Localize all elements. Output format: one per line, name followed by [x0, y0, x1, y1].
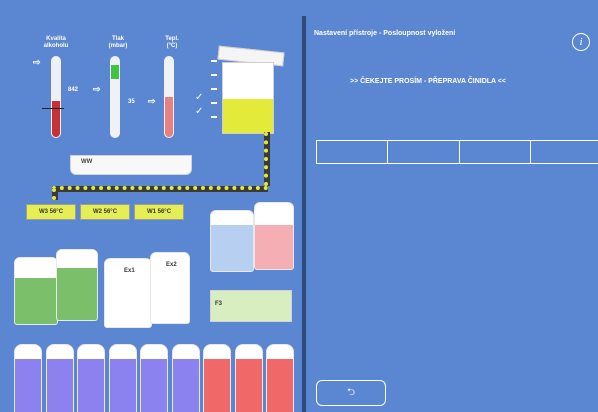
setup-panel: Nastavení přístroje - Posloupnost vylože… [306, 16, 598, 412]
alcohol-quality-gauge [51, 56, 61, 138]
bottle-label: A2 [52, 352, 61, 358]
f2-container [210, 210, 254, 272]
bottle-label: X3 [273, 352, 281, 358]
sequence-cell-2[interactable] [388, 141, 460, 163]
waste-wax-tray: WW [70, 155, 192, 175]
alcohol-threshold-mark [42, 108, 64, 109]
bottle-label: A4 [115, 352, 124, 358]
wax-bath-w1: W1 56°C [134, 204, 184, 220]
transfer-pipe-down [52, 188, 58, 200]
temperature-label: Tepl. (°C) [152, 36, 192, 50]
f1-label: F1 [275, 208, 283, 214]
pressure-arrow-icon: ⇨ [93, 84, 101, 94]
ex2-label: Ex2 [166, 262, 177, 268]
fix1-label: Fix1 [16, 266, 29, 272]
ex1-label: Ex1 [124, 268, 135, 274]
temperature-gauge [164, 56, 174, 138]
fix2-label: Fix2 [60, 262, 73, 268]
pressure-label: Tlak (mbar) [98, 36, 138, 50]
check-icon-2: ✓ [195, 106, 204, 117]
alcohol-label-line2: alkoholu [43, 43, 69, 49]
sequence-cell-4[interactable] [531, 141, 598, 163]
wax-bath-w2: W2 56°C [80, 204, 130, 220]
temperature-level-fill [165, 97, 173, 137]
status-message: >> ČEKEJTE PROSÍM - PŘEPRAVA ČINIDLA << [350, 78, 506, 85]
bottle-label: X2 [241, 352, 249, 358]
bottle-label: X1 [210, 352, 218, 358]
alcohol-arrow-icon: ⇨ [33, 57, 41, 67]
temperature-label-line2: (°C) [166, 43, 178, 49]
retort-tank [222, 62, 274, 134]
bottle-label: A3 [84, 352, 92, 358]
pressure-label-line1: Tlak [111, 36, 124, 42]
pressure-label-line2: (mbar) [108, 43, 128, 49]
alcohol-level-fill [52, 101, 60, 137]
temperature-label-line1: Tepl. [165, 36, 179, 42]
transfer-pipe-vertical [264, 132, 270, 186]
sequence-selector [316, 140, 598, 164]
instrument-screen: Kvalita alkoholu Tlak (mbar) Tepl. (°C) … [0, 0, 598, 412]
retort-level-ticks [211, 60, 217, 126]
temperature-arrow-icon: ⇨ [148, 96, 156, 106]
bottle-label: A5 [147, 352, 155, 358]
pressure-gauge [110, 56, 120, 138]
check-icon-1: ✓ [195, 92, 204, 103]
transfer-pipe-horizontal [52, 186, 268, 192]
bottle-label: A6 [178, 352, 187, 358]
f1-container [254, 202, 294, 270]
retort-reagent-fill [223, 99, 273, 133]
pressure-value: 842 [68, 87, 79, 93]
back-arrow-icon: ⮌ [346, 387, 355, 398]
alcohol-quality-label: Kvalita alkoholu [36, 36, 76, 50]
panel-title: Nastavení přístroje - Posloupnost vylože… [314, 30, 456, 37]
sequence-cell-3[interactable] [460, 141, 531, 163]
f3-label: F3 [215, 301, 223, 307]
alcohol-label-line1: Kvalita [46, 36, 66, 42]
fix2-container [56, 249, 98, 321]
f3-tray: F3 [210, 290, 292, 322]
sequence-cell-1[interactable] [317, 141, 389, 163]
ww-label: WW [81, 159, 93, 165]
f2-label: F2 [236, 216, 244, 222]
pressure-level-fill [111, 65, 119, 79]
wax-bath-w3: W3 56°C [26, 204, 76, 220]
temperature-value: 35 [128, 99, 135, 105]
bottle-label: A1 [21, 352, 29, 358]
back-button[interactable]: ⮌ [316, 380, 386, 406]
info-icon[interactable]: i [572, 33, 590, 51]
